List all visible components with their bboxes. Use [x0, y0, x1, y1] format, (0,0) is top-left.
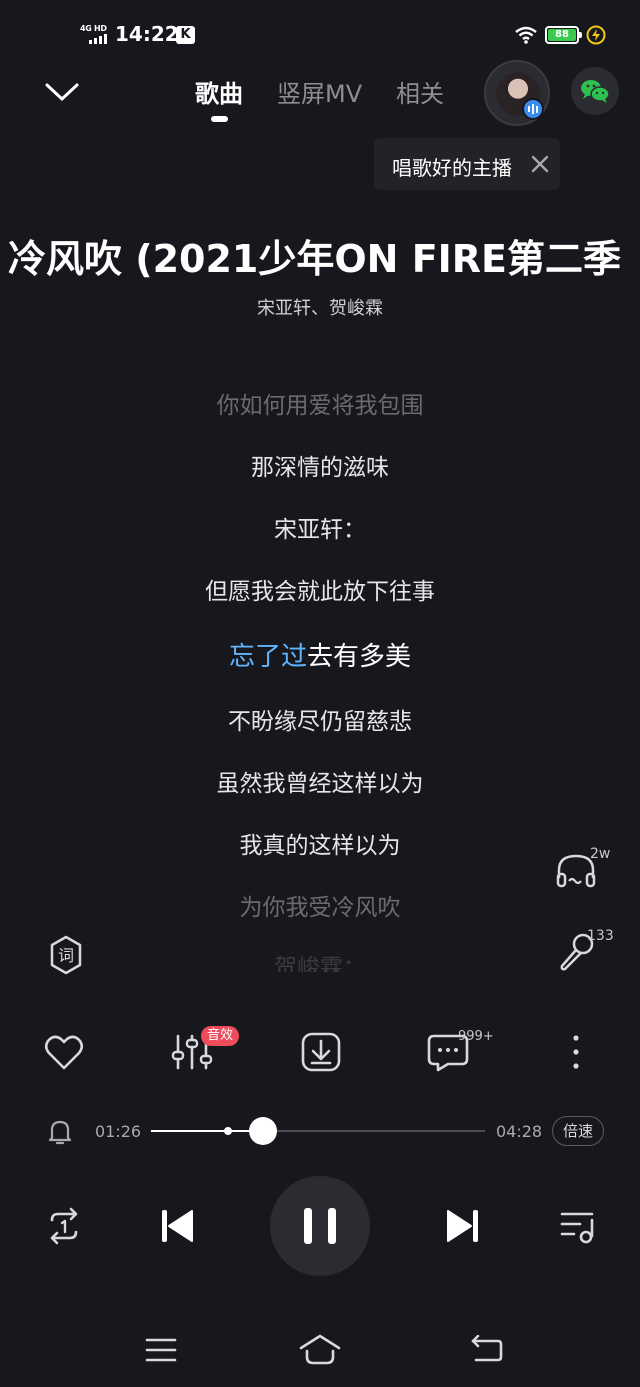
progress-bar[interactable]	[151, 1130, 485, 1132]
status-time: 14:22	[115, 22, 179, 46]
lyric-line: 我真的这样以为	[239, 833, 401, 859]
streamer-tip[interactable]: 唱歌好的主播	[374, 138, 560, 190]
back-icon[interactable]	[470, 1335, 504, 1365]
lyric-line: 那深情的滋味	[251, 455, 389, 481]
network-type: 4G HD	[80, 24, 107, 33]
battery-level: 88	[548, 29, 576, 41]
next-track-icon[interactable]	[442, 1206, 482, 1246]
lyric-line: 但愿我会就此放下往事	[205, 579, 435, 605]
lyric-line: 贺峻霖：	[274, 955, 366, 972]
wechat-icon	[581, 80, 610, 103]
menu-icon[interactable]	[144, 1336, 178, 1364]
lyric-line-current: 忘了过去有多美	[0, 636, 640, 673]
song-title-text: 冷风吹 (2021少年ON FIRE第二季	[8, 237, 622, 281]
lyric-line: 虽然我曾经这样以为	[216, 771, 424, 797]
repeat-one-icon[interactable]	[44, 1206, 84, 1246]
active-tab-indicator	[211, 116, 228, 122]
sleep-timer-bell-icon[interactable]	[48, 1118, 72, 1146]
tab-song[interactable]: 歌曲	[195, 74, 243, 109]
sing-count: 133	[587, 928, 614, 944]
lyric-line: 宋亚轩：	[274, 517, 366, 543]
song-artist[interactable]: 宋亚轩、贺峻霖	[0, 294, 640, 320]
lyric-line: 你如何用爱将我包围	[216, 393, 424, 419]
lyric-sung-part: 忘了过	[228, 642, 307, 672]
tab-related[interactable]: 相关	[396, 74, 444, 109]
close-icon[interactable]	[530, 154, 550, 174]
lyric-poster-button[interactable]: 词	[45, 934, 87, 976]
total-time: 04:28	[496, 1122, 543, 1141]
listen-count: 2w	[590, 846, 611, 862]
battery-icon: 88	[545, 26, 582, 44]
wechat-share-button[interactable]	[571, 67, 619, 115]
home-icon[interactable]	[298, 1333, 342, 1367]
app-notification-icon: K	[176, 26, 195, 44]
charging-icon	[586, 25, 606, 45]
tip-text: 唱歌好的主播	[392, 156, 512, 180]
playback-speed-button[interactable]: 倍速	[552, 1116, 604, 1146]
previous-track-icon[interactable]	[158, 1206, 198, 1246]
tab-vertical-mv[interactable]: 竖屏MV	[277, 74, 362, 109]
pause-button[interactable]	[270, 1176, 370, 1276]
more-options-icon[interactable]	[566, 1030, 586, 1074]
wifi-icon	[515, 26, 537, 44]
lyric-line: 不盼缘尽仍留慈悲	[228, 709, 412, 735]
pause-icon	[304, 1208, 312, 1244]
like-heart-icon[interactable]	[42, 1030, 86, 1074]
lyric-line: 为你我受冷风吹	[239, 895, 401, 921]
lyric-unsung-part: 去有多美	[307, 642, 412, 672]
playlist-icon[interactable]	[558, 1206, 598, 1246]
progress-fill	[151, 1130, 263, 1132]
comment-count: 999+	[458, 1029, 494, 1044]
current-time: 01:26	[95, 1122, 142, 1141]
status-bar: 4G HD 14:22 K 88	[0, 0, 640, 70]
sound-effect-badge: 音效	[201, 1026, 240, 1046]
song-title: 冷风吹 (2021少年ON FIRE第二季	[0, 228, 640, 284]
buffer-marker	[224, 1127, 232, 1135]
live-audio-icon	[522, 98, 544, 120]
download-icon[interactable]	[299, 1030, 343, 1074]
pause-icon	[328, 1208, 336, 1244]
cellular-signal-icon: 4G HD	[80, 24, 110, 46]
lyric-button-label: 词	[58, 946, 74, 965]
progress-thumb[interactable]	[248, 1117, 277, 1145]
